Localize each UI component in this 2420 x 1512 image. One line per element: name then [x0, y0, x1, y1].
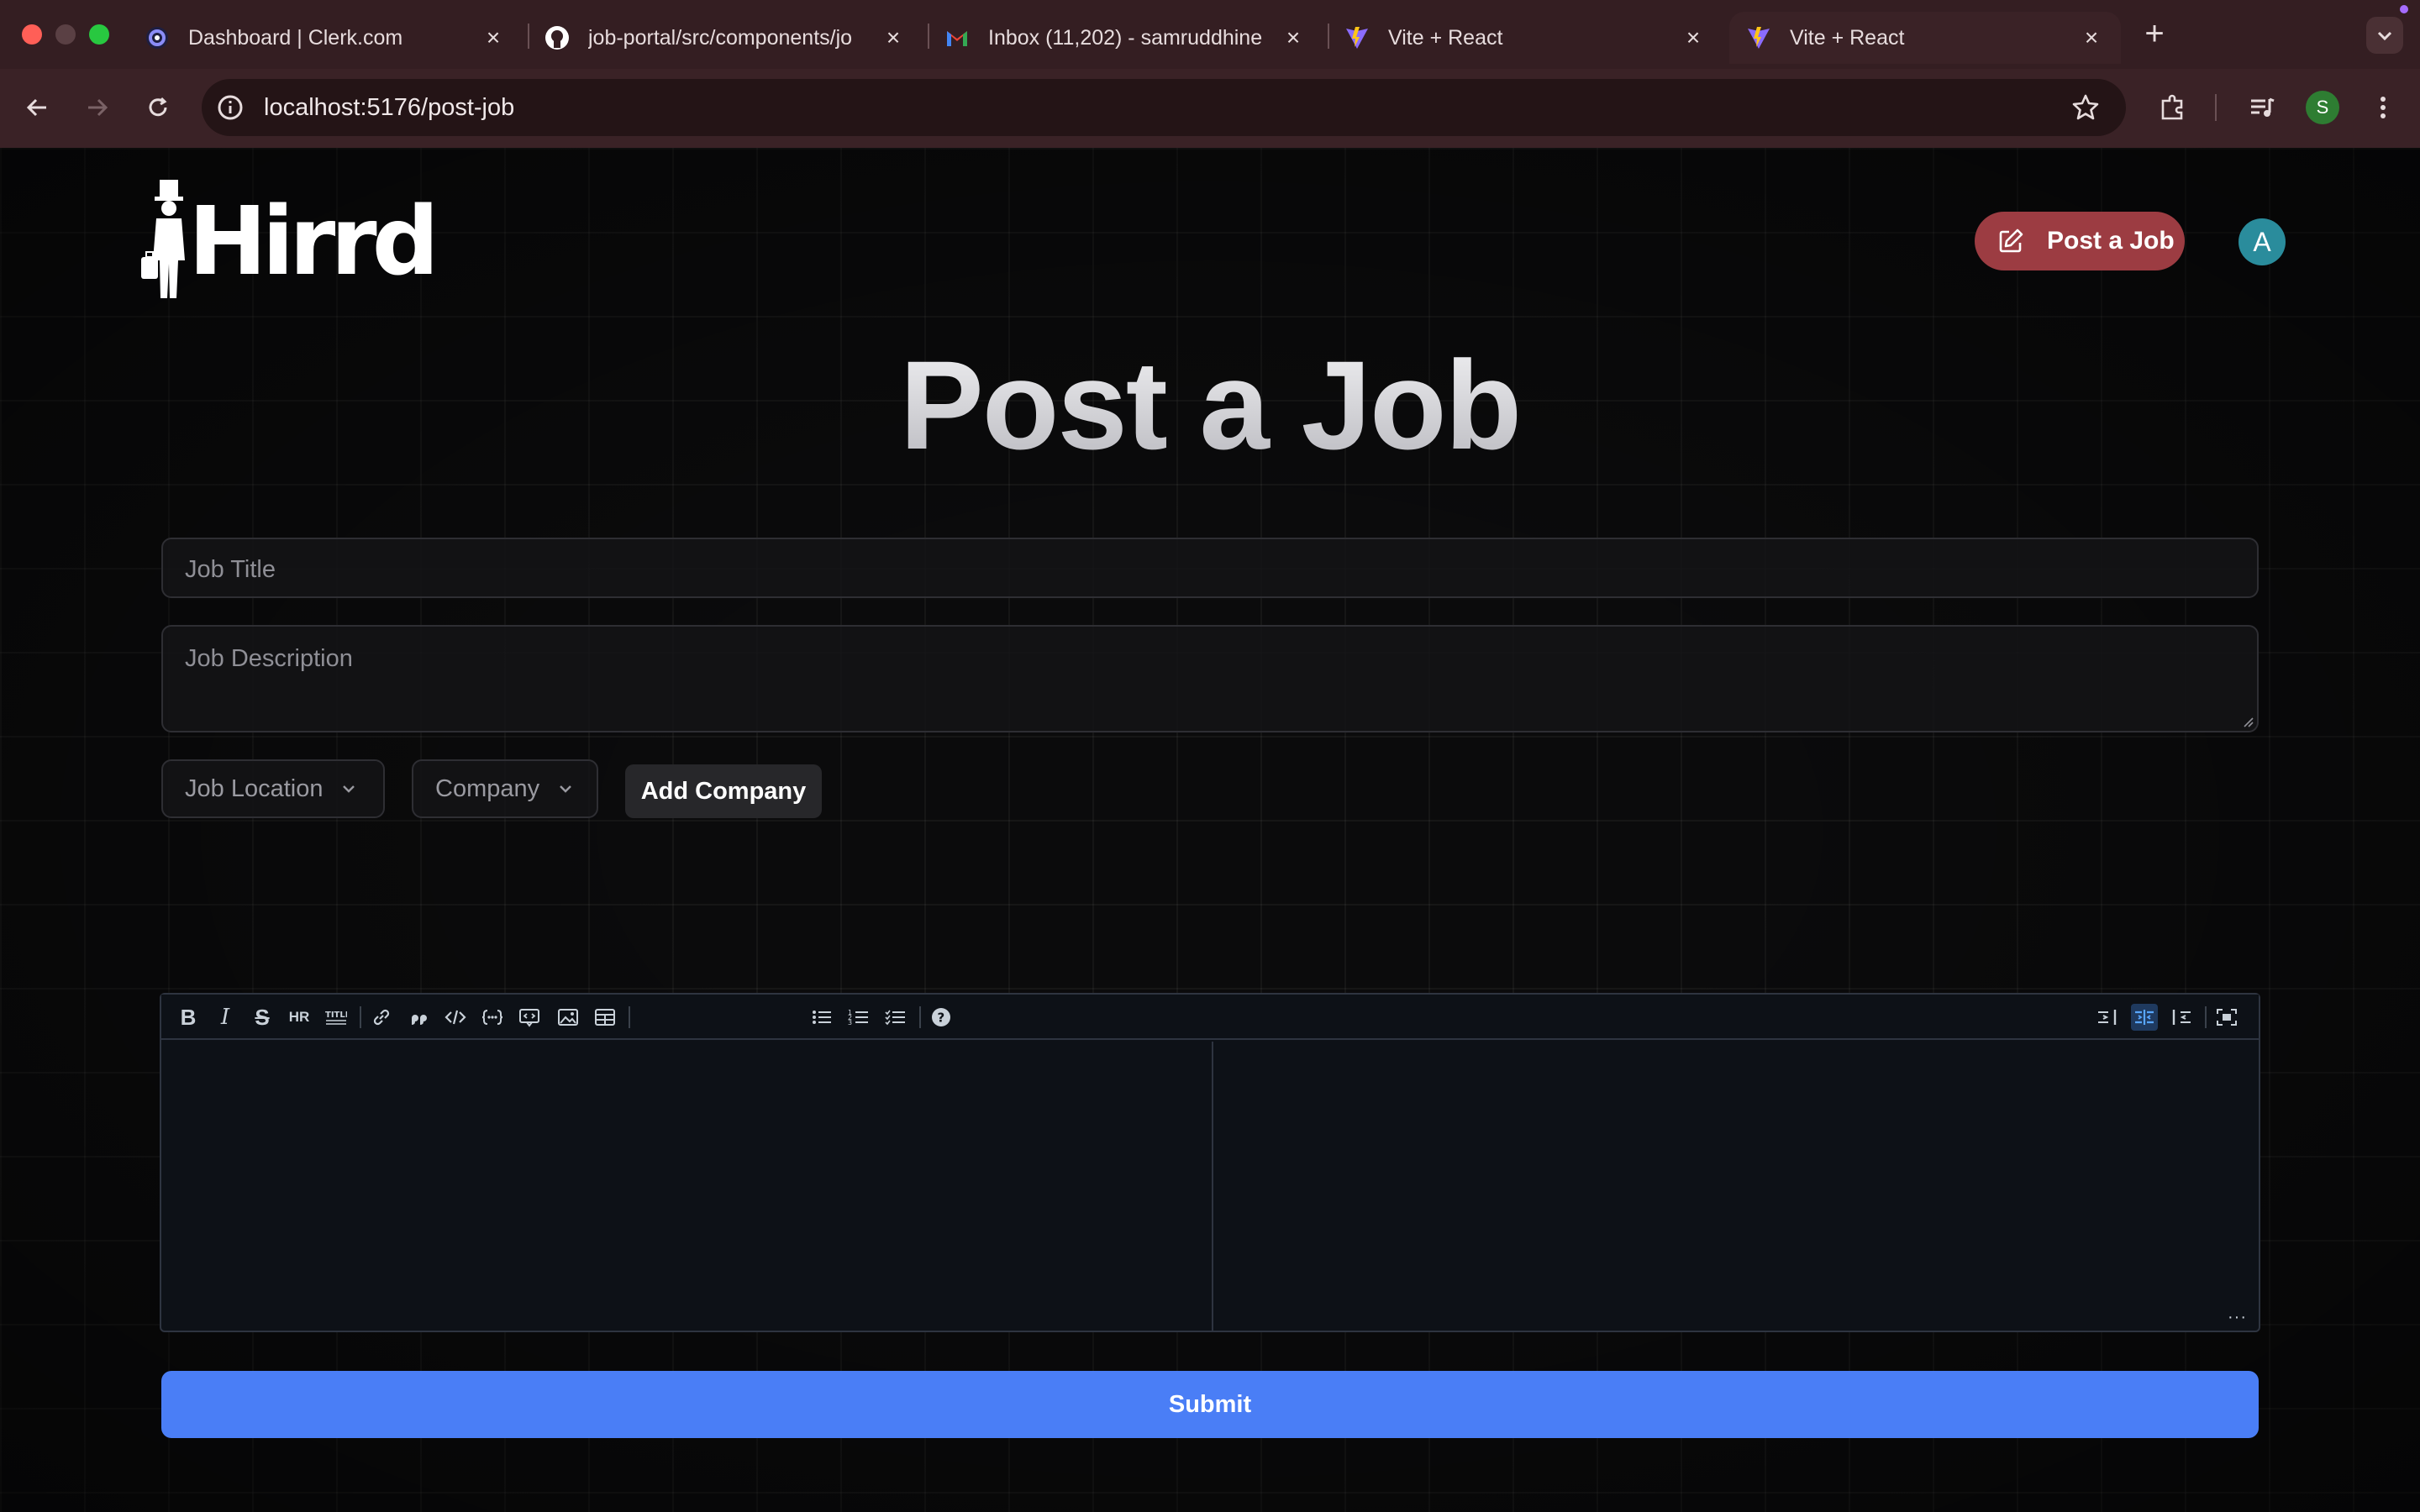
url-text[interactable]: localhost:5176/post-job	[264, 92, 514, 123]
forward-arrow-icon	[88, 98, 108, 117]
editor-pane-divider[interactable]	[1212, 1042, 1213, 1331]
job-description-textarea[interactable]: Job Description	[161, 625, 2259, 732]
job-title-placeholder: Job Title	[185, 556, 276, 583]
forward-button[interactable]	[81, 91, 114, 124]
close-icon[interactable]: ×	[1281, 24, 1306, 50]
strikethrough-icon[interactable]: S	[249, 1004, 276, 1031]
tab-title: Dashboard | Clerk.com	[188, 25, 403, 50]
vite-icon	[1344, 25, 1370, 50]
code-icon[interactable]	[442, 1004, 469, 1031]
svg-text:3: 3	[848, 1019, 852, 1026]
post-a-job-button[interactable]: Post a Job	[1975, 212, 2185, 270]
browser-chrome: Dashboard | Clerk.com × job-portal/src/c…	[0, 0, 2420, 148]
profile-avatar[interactable]: S	[2306, 91, 2339, 124]
edit-mode-icon[interactable]	[2094, 1004, 2121, 1031]
help-icon[interactable]: ?	[928, 1004, 955, 1031]
markdown-editor[interactable]: B I S HR TITLE	[160, 993, 2260, 1332]
tab-vite-react[interactable]: Vite + React ×	[1328, 12, 1723, 64]
tab-title: Inbox (11,202) - samruddhine	[988, 25, 1263, 50]
hirrd-logo[interactable]: Hirrd	[139, 176, 439, 302]
editor-toolbar: B I S HR TITLE	[161, 995, 2259, 1040]
checklist-icon[interactable]	[882, 1004, 909, 1031]
company-select[interactable]: Company	[412, 759, 598, 818]
live-mode-icon[interactable]	[2131, 1004, 2158, 1031]
toolbar-separator	[2215, 94, 2217, 121]
close-icon[interactable]: ×	[881, 24, 906, 50]
toolbar-separator	[2205, 1006, 2207, 1028]
tab-title: job-portal/src/components/jo	[588, 25, 853, 50]
close-window-button[interactable]	[22, 24, 42, 45]
italic-icon[interactable]: I	[212, 1004, 239, 1031]
add-company-button[interactable]: Add Company	[625, 764, 822, 818]
comment-icon[interactable]	[516, 1004, 543, 1031]
reload-button[interactable]	[141, 91, 175, 124]
back-arrow-icon	[26, 98, 46, 117]
tab-search-button[interactable]	[2366, 17, 2403, 54]
ordered-list-icon[interactable]: 123	[845, 1004, 872, 1031]
gmail-icon	[944, 25, 970, 50]
link-icon[interactable]	[368, 1004, 395, 1031]
code-block-icon[interactable]	[479, 1004, 506, 1031]
toolbar-separator	[629, 1006, 630, 1028]
github-icon	[544, 25, 570, 50]
vite-icon	[1746, 25, 1771, 50]
page-title: Post a Job	[0, 329, 2420, 480]
title-icon[interactable]: TITLE	[323, 1004, 350, 1031]
bold-icon[interactable]: B	[175, 1004, 202, 1031]
post-a-job-label: Post a Job	[2047, 227, 2175, 255]
new-tab-button[interactable]: +	[2139, 17, 2170, 50]
toolbar-separator	[919, 1006, 921, 1028]
submit-button[interactable]: Submit	[161, 1371, 2259, 1438]
editor-resize-handle[interactable]: ···	[2228, 1308, 2247, 1327]
tab-vite-react-active[interactable]: Vite + React ×	[1729, 12, 2121, 64]
chevron-down-icon	[2377, 31, 2392, 41]
chevron-down-icon	[560, 785, 571, 793]
page-content: Hirrd Post a Job A Post a Job Job Title …	[0, 148, 2420, 1512]
close-icon[interactable]: ×	[1681, 24, 1706, 50]
quote-icon[interactable]	[405, 1004, 432, 1031]
horizontal-rule-icon[interactable]: HR	[286, 1004, 313, 1031]
tab-gmail[interactable]: Inbox (11,202) - samruddhine ×	[928, 12, 1323, 64]
minimize-window-button[interactable]	[55, 24, 76, 45]
image-icon[interactable]	[555, 1004, 581, 1031]
user-avatar[interactable]: A	[2238, 218, 2286, 265]
bookmark-star-icon[interactable]	[2070, 92, 2101, 123]
chevron-down-icon	[343, 785, 355, 793]
tab-clerk-dashboard[interactable]: Dashboard | Clerk.com ×	[128, 12, 523, 64]
maximize-window-button[interactable]	[89, 24, 109, 45]
svg-text:?: ?	[938, 1011, 945, 1026]
back-button[interactable]	[20, 91, 54, 124]
preview-mode-icon[interactable]	[2168, 1004, 2195, 1031]
edit-pen-icon	[1996, 227, 2025, 255]
company-value: Company	[435, 774, 540, 802]
table-icon[interactable]	[592, 1004, 618, 1031]
clerk-icon	[145, 25, 170, 50]
tab-title: Vite + React	[1388, 25, 1503, 50]
job-location-select[interactable]: Job Location	[161, 759, 385, 818]
tab-title: Vite + React	[1790, 25, 1905, 50]
fullscreen-icon[interactable]	[2213, 1004, 2240, 1031]
svg-text:TITLE: TITLE	[325, 1011, 347, 1020]
browser-menu-icon[interactable]	[2366, 91, 2400, 124]
close-icon[interactable]: ×	[481, 24, 506, 50]
job-description-placeholder: Job Description	[185, 645, 353, 672]
media-controls-icon[interactable]	[2245, 91, 2279, 124]
job-title-input[interactable]: Job Title	[161, 538, 2259, 598]
site-info-icon[interactable]	[215, 92, 245, 123]
job-location-value: Job Location	[185, 774, 324, 802]
toolbar-separator	[360, 1006, 361, 1028]
tab-github[interactable]: job-portal/src/components/jo ×	[528, 12, 923, 64]
notification-dot	[2400, 5, 2408, 13]
unordered-list-icon[interactable]	[808, 1004, 835, 1031]
extensions-icon[interactable]	[2156, 91, 2190, 124]
reload-icon	[149, 97, 167, 117]
logo-wordmark: Hirrd	[188, 187, 439, 297]
close-icon[interactable]: ×	[2079, 24, 2104, 50]
resize-handle-icon[interactable]	[2242, 716, 2254, 727]
